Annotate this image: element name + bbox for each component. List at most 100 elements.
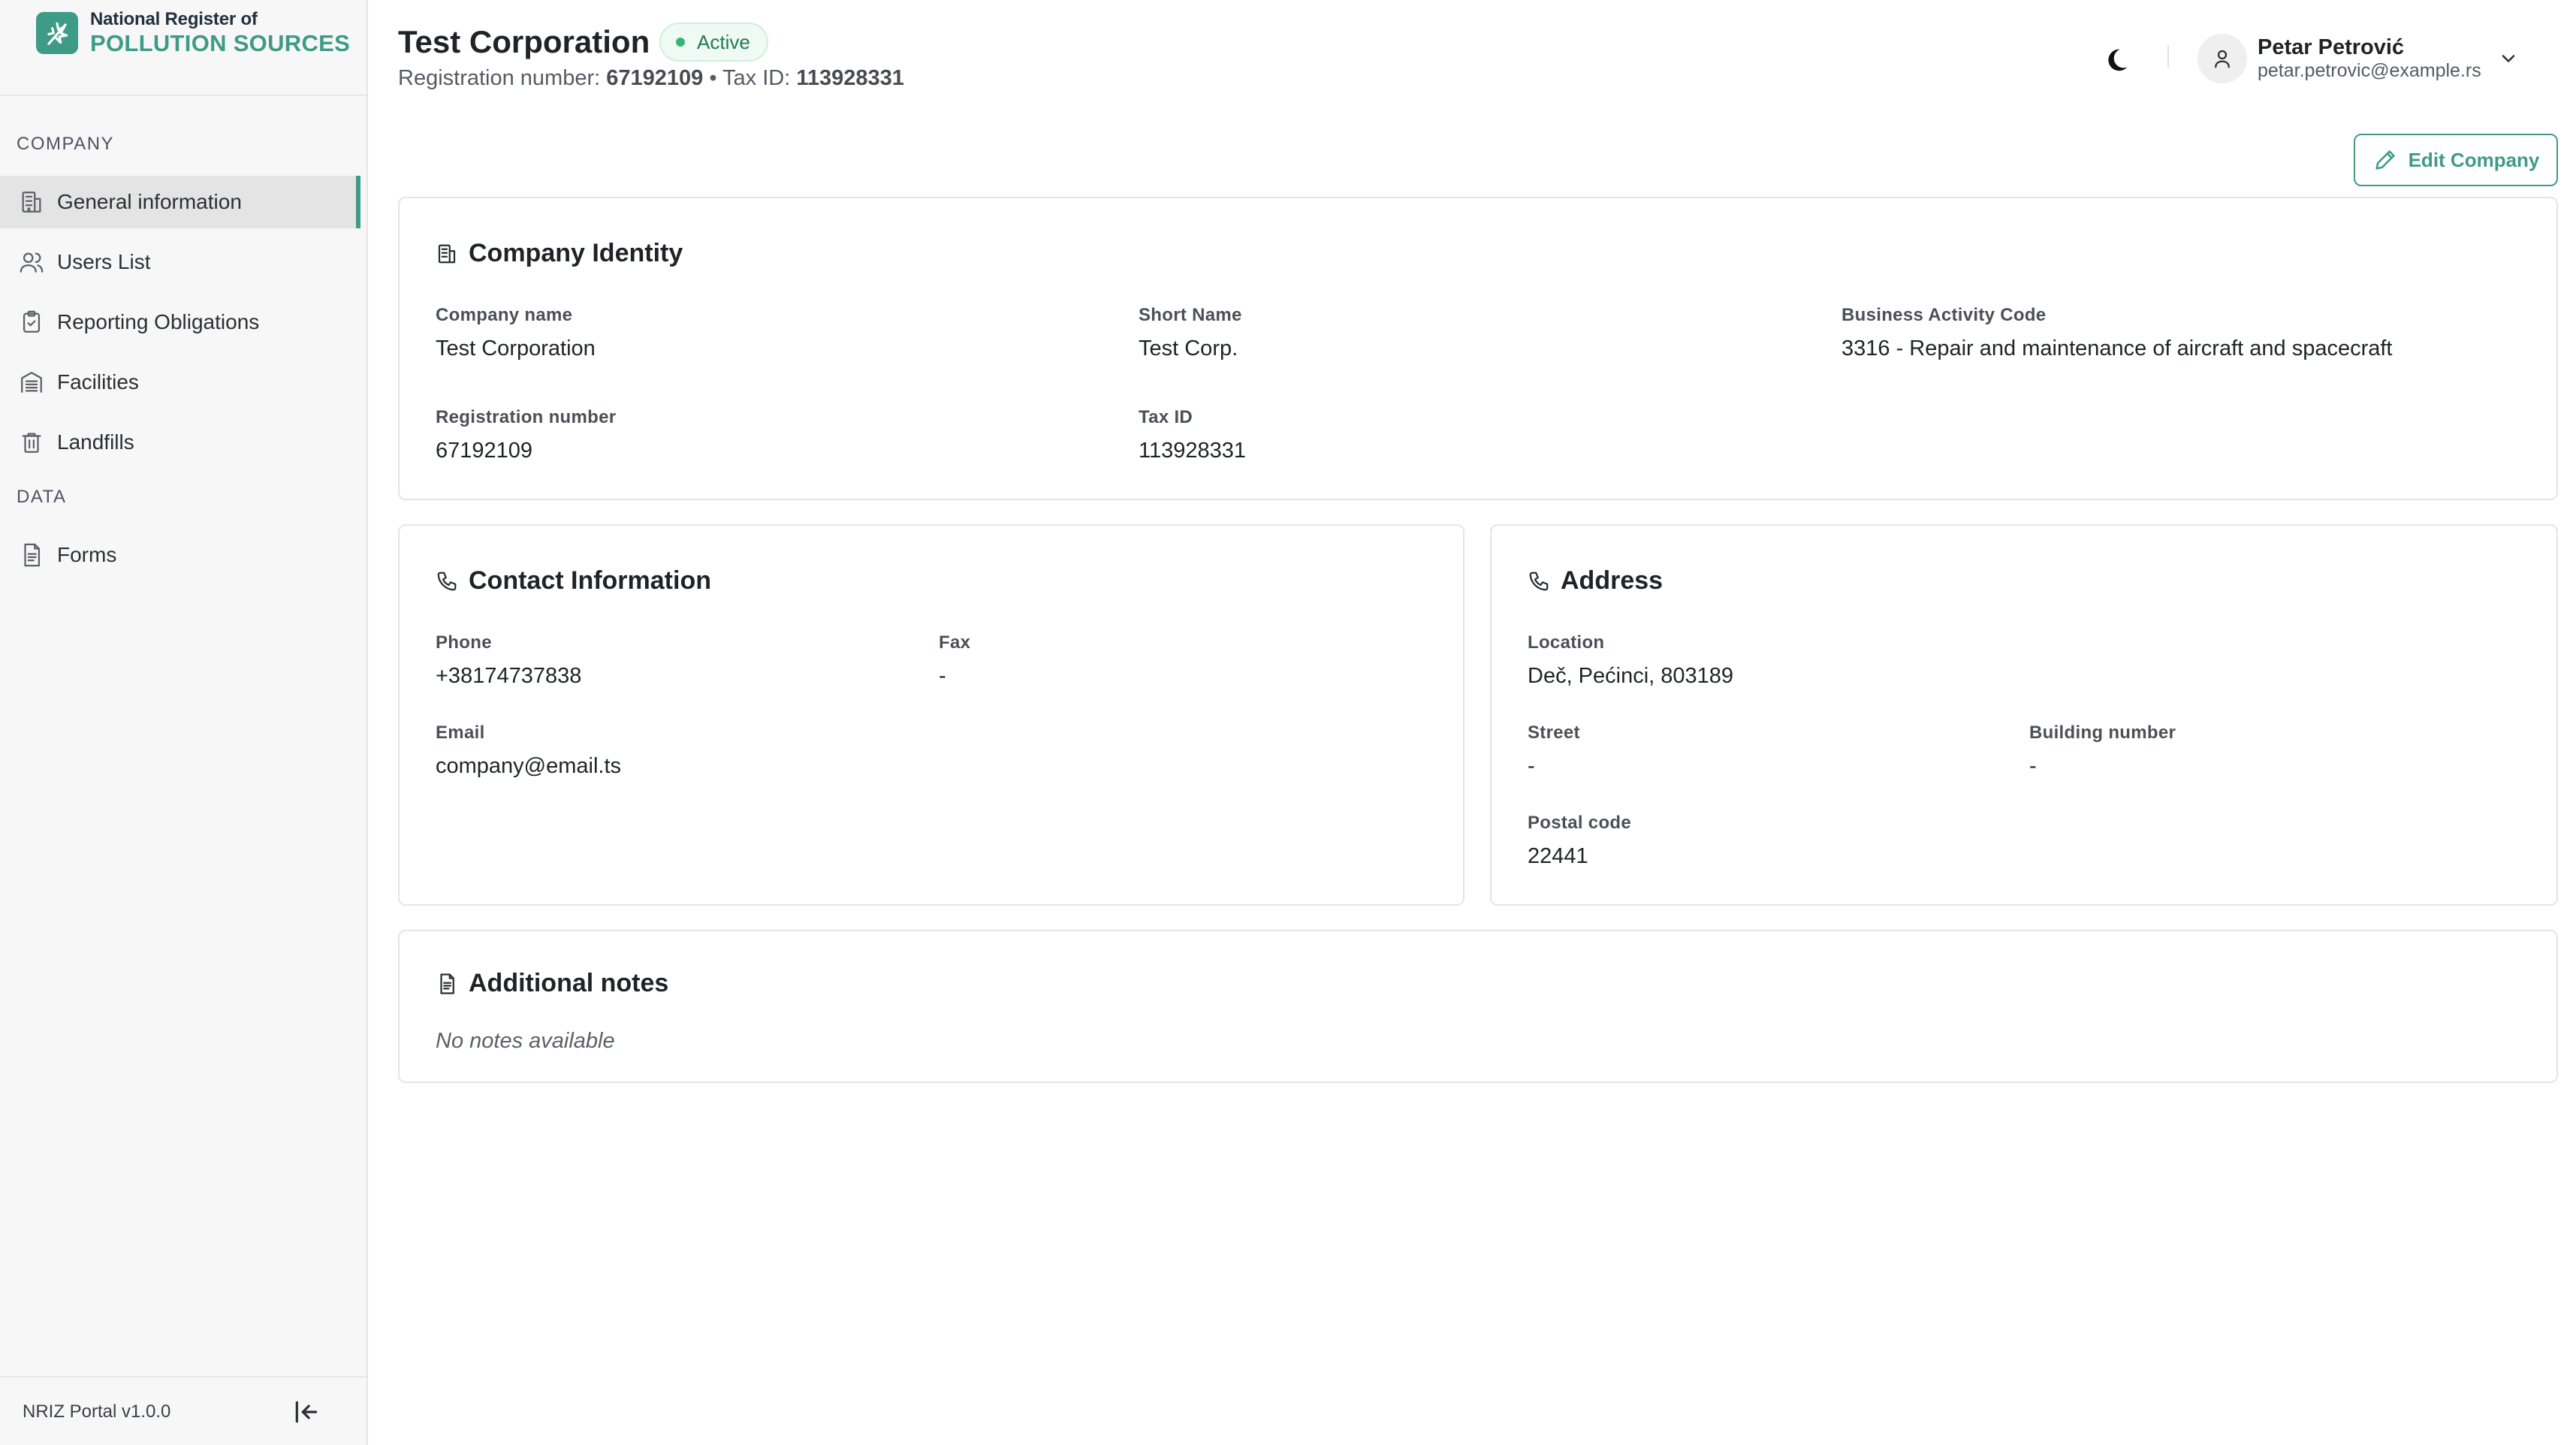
user-email: petar.petrovic@example.rs — [2258, 60, 2481, 82]
brand-name: National Register of POLLUTION SOURCES — [90, 9, 351, 56]
field-label: Registration number — [436, 407, 617, 427]
address-card: Address Location Deč, Pećinci, 803189 St… — [1490, 524, 2558, 906]
card-title-text: Additional notes — [469, 969, 669, 997]
sidebar-item-landfills[interactable]: Landfills — [0, 416, 360, 469]
field-location: Location Deč, Pećinci, 803189 — [1528, 632, 1733, 689]
sidebar-item-facilities[interactable]: Facilities — [0, 356, 360, 409]
field-label: Tax ID — [1139, 407, 1193, 427]
section-label-company: COMPANY — [17, 134, 115, 154]
subtitle-reg-label: Registration number: — [398, 66, 601, 90]
subtitle-tax-label: Tax ID: — [722, 66, 791, 90]
edit-company-label: Edit Company — [2408, 148, 2540, 171]
status-dot-icon — [676, 38, 685, 47]
page-subtitle: Registration number: 67192109 • Tax ID: … — [398, 66, 904, 91]
sidebar-item-label: Forms — [57, 543, 117, 566]
sidebar-item-label: Landfills — [57, 430, 134, 454]
field-label: Business Activity Code — [1842, 305, 2047, 325]
sidebar: National Register of POLLUTION SOURCES C… — [0, 0, 368, 1445]
collapse-left-icon — [295, 1401, 318, 1423]
additional-notes-card: Additional notes No notes available — [398, 930, 2558, 1083]
sidebar-item-reporting-obligations[interactable]: Reporting Obligations — [0, 296, 360, 348]
field-label: Fax — [939, 632, 971, 653]
facility-icon — [17, 367, 47, 397]
field-value: Test Corporation — [436, 336, 596, 360]
pencil-icon — [2375, 150, 2395, 170]
field-building-number: Building number - — [2029, 722, 2176, 779]
sidebar-item-users-list[interactable]: Users List — [0, 236, 360, 288]
subtitle-separator: • — [709, 66, 717, 90]
page-title: Test Corporation — [398, 24, 650, 59]
card-title: Additional notes — [436, 969, 668, 998]
field-value: 3316 - Repair and maintenance of aircraf… — [1842, 336, 2393, 360]
section-label-data: DATA — [17, 487, 67, 507]
field-street: Street - — [1528, 722, 1580, 779]
field-label: Postal code — [1528, 813, 1632, 833]
status-badge-label: Active — [697, 30, 750, 53]
brand-line2: POLLUTION SOURCES — [90, 30, 351, 56]
field-label: Street — [1528, 722, 1580, 743]
sidebar-item-label: Reporting Obligations — [57, 310, 260, 333]
card-title-text: Contact Information — [469, 566, 711, 595]
phone-icon — [437, 572, 457, 590]
user-menu[interactable]: Petar Petrović petar.petrovic@example.rs — [2197, 30, 2522, 87]
subtitle-tax-value: 113928331 — [796, 66, 904, 90]
field-business-activity-code: Business Activity Code 3316 - Repair and… — [1842, 305, 2392, 361]
sidebar-item-label: Facilities — [57, 370, 139, 394]
clipboard-check-icon — [17, 307, 47, 337]
sidebar-item-forms[interactable]: Forms — [0, 529, 360, 581]
collapse-sidebar-button[interactable] — [290, 1395, 323, 1428]
field-label: Phone — [436, 632, 492, 653]
status-badge: Active — [659, 23, 768, 62]
moon-icon — [2108, 49, 2128, 71]
field-phone: Phone +38174737838 — [436, 632, 581, 689]
document-icon — [17, 540, 47, 570]
sidebar-divider — [0, 95, 366, 96]
field-value: +38174737838 — [436, 664, 582, 688]
leaf-logo-icon — [36, 11, 78, 54]
field-label: Company name — [436, 305, 573, 325]
document-icon — [440, 973, 454, 994]
card-title: Company Identity — [436, 239, 683, 268]
sidebar-item-label: Users List — [57, 250, 151, 273]
sidebar-footer-divider — [0, 1376, 366, 1377]
user-icon — [2215, 50, 2230, 68]
field-postal-code: Postal code 22441 — [1528, 813, 1631, 869]
chevron-down-icon — [2495, 45, 2522, 72]
field-value: 113928331 — [1139, 439, 1247, 463]
sidebar-item-label: General information — [57, 190, 242, 213]
field-short-name: Short Name Test Corp. — [1139, 305, 1242, 361]
field-tax-id: Tax ID 113928331 — [1139, 407, 1246, 463]
subtitle-reg-value: 67192109 — [606, 66, 704, 90]
notes-empty-text: No notes available — [436, 1029, 615, 1053]
field-registration-number: Registration number 67192109 — [436, 407, 616, 463]
card-title-text: Company Identity — [469, 239, 683, 267]
app-version: NRIZ Portal v1.0.0 — [23, 1401, 171, 1422]
field-value: - — [2029, 754, 2037, 778]
company-identity-card: Company Identity Company name Test Corpo… — [398, 197, 2558, 500]
brand[interactable]: National Register of POLLUTION SOURCES — [36, 11, 350, 55]
field-value: Test Corp. — [1139, 336, 1238, 360]
user-name: Petar Petrović — [2258, 35, 2405, 59]
contact-information-card: Contact Information Phone +38174737838 F… — [398, 524, 1464, 906]
field-value: - — [1528, 754, 1535, 778]
card-title: Address — [1528, 566, 1663, 596]
edit-company-button[interactable]: Edit Company — [2354, 134, 2558, 186]
card-title: Contact Information — [436, 566, 711, 596]
building-icon — [17, 187, 47, 217]
field-value: - — [939, 664, 946, 688]
field-label: Short Name — [1139, 305, 1242, 325]
users-icon — [17, 247, 47, 277]
field-fax: Fax - — [939, 632, 970, 689]
field-company-name: Company name Test Corporation — [436, 305, 596, 361]
field-value: Deč, Pećinci, 803189 — [1528, 664, 1734, 688]
field-value: 22441 — [1528, 844, 1588, 868]
field-label: Building number — [2029, 722, 2176, 743]
field-email: Email company@email.ts — [436, 722, 621, 779]
sidebar-item-general-information[interactable]: General information — [0, 176, 360, 228]
trash-icon — [17, 427, 47, 457]
field-value: company@email.ts — [436, 754, 622, 778]
brand-line1: National Register of — [90, 9, 258, 29]
avatar — [2197, 34, 2247, 83]
theme-toggle-button[interactable] — [2095, 39, 2137, 81]
field-value: 67192109 — [436, 439, 533, 463]
